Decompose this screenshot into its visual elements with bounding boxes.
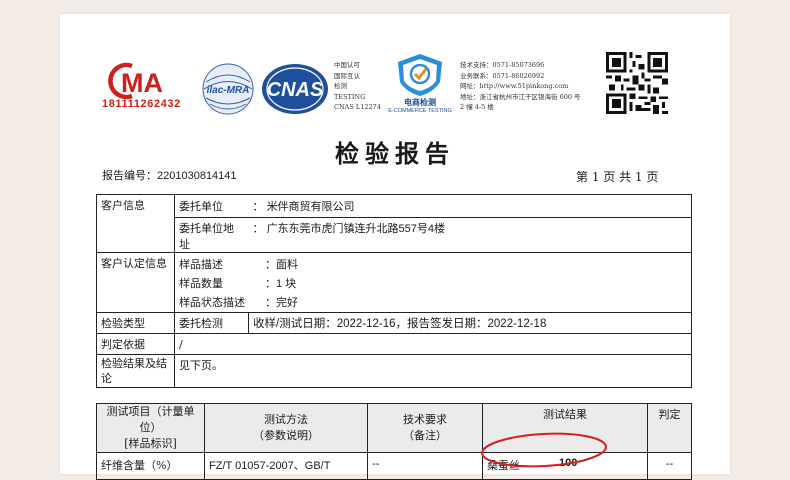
inspection-dates: 收样/测试日期：2022-12-16，报告签发日期：2022-12-18	[248, 312, 692, 334]
sample-info-list: 样品描述 ：面料 样品数量 ：1 块 样品状态描述 ：完好	[179, 255, 298, 312]
client-unit-text: 米伴商贸有限公司	[266, 201, 355, 213]
list-item: 样品状态描述 ：完好	[179, 293, 298, 312]
sample-desc-text: 面料	[276, 258, 298, 271]
cnas-info-line: 检测	[334, 82, 347, 90]
inspection-type-value: 委托检测	[174, 312, 249, 334]
cnas-logo: CNAS	[260, 62, 330, 116]
client-section-label: 客户信息	[96, 194, 175, 253]
client-unit-value: ： 米伴商贸有限公司	[248, 194, 692, 218]
table-row: 客户认定信息 样品描述 ：面料 样品数量 ：1 块 样品状态描述 ：完好	[96, 252, 692, 313]
list-item: 样品描述 ：面料	[179, 255, 298, 274]
sample-qty-label: 样品数量	[179, 276, 223, 290]
cnas-info-line: 国际互认	[334, 71, 360, 80]
client-unit-label: 委托单位	[174, 194, 249, 218]
sample-info-cell: 样品描述 ：面料 样品数量 ：1 块 样品状态描述 ：完好	[174, 252, 692, 313]
annotation-circle	[481, 432, 607, 468]
row-requirement: --	[367, 452, 483, 480]
header-req-label: 技术要求	[403, 413, 447, 426]
cnas-info-line: CNAS L12274	[334, 103, 381, 111]
client-address-value: ： 广东东莞市虎门镇连升北路557号4楼	[248, 217, 692, 253]
conclusion-value: 见下页。	[174, 354, 692, 388]
contact-line: 地址：浙江省杭州市江干区银海街 600 号	[460, 92, 581, 101]
header-req-sub: （备注）	[403, 429, 447, 442]
ilac-mra-logo: ilac-MRA	[200, 62, 256, 116]
header-item-label: 测试项目（计量单位）	[106, 405, 195, 434]
conclusion-label-line: 论	[101, 372, 112, 385]
cnas-info-line: 中国认可	[334, 61, 360, 69]
svg-text:CNAS: CNAS	[267, 79, 324, 101]
sample-qty-text: 1 块	[276, 277, 297, 290]
contact-line: 业务联系：0571-86026992	[460, 71, 545, 80]
inspection-type-label: 检验类型	[96, 312, 175, 334]
report-number-label: 报告编号：	[102, 169, 157, 182]
row-verdict: --	[647, 452, 692, 480]
contact-line: 网址：http://www.51pinkong.com	[460, 82, 569, 90]
table-row: 客户信息 委托单位 ： 米伴商贸有限公司	[96, 194, 692, 253]
header-method: 测试方法 （参数说明）	[204, 403, 368, 453]
report-number-row: 报告编号：2201030814141	[102, 167, 237, 183]
client-address-text: 广东东莞市虎门镇连升北路557号4楼	[266, 223, 446, 235]
sample-section-label: 客户认定信息	[96, 252, 175, 313]
shield-caption-cn: 电商检测	[404, 98, 436, 107]
conclusion-label: 检验结果及结论	[96, 354, 175, 388]
sample-qty-value: ：1 块	[265, 277, 297, 290]
sample-state-value: ：完好	[265, 296, 298, 309]
page-indicator: 第 1 页 共 1 页	[576, 170, 659, 184]
svg-text:MA: MA	[121, 68, 163, 98]
cnas-info: 中国认可 国际互认 检测 TESTING CNAS L12274	[334, 60, 384, 113]
cma-number: 181111262432	[102, 98, 181, 110]
header-item: 测试项目（计量单位） [样品标识]	[96, 403, 205, 453]
header-method-label: 测试方法	[264, 413, 308, 426]
table-row: 判定依据 /	[96, 333, 692, 355]
contact-info: 技术支持：0571-85073696 业务联系：0571-86026992 网址…	[460, 60, 600, 113]
report-title: 检验报告	[335, 139, 455, 168]
table-row: 检验类型 委托检测 收样/测试日期：2022-12-16，报告签发日期：2022…	[96, 312, 692, 334]
client-address-label: 委托单位地址	[174, 217, 249, 253]
list-item: 样品数量 ：1 块	[179, 274, 298, 293]
svg-text:ilac-MRA: ilac-MRA	[207, 85, 250, 96]
header-requirement: 技术要求 （备注）	[367, 403, 483, 453]
conclusion-label-line: 检验结果及结	[101, 357, 167, 370]
sample-desc-label: 样品描述	[179, 257, 223, 271]
header-method-sub: （参数说明）	[253, 429, 319, 442]
shield-caption-en: E-COMMERCE TESTING	[388, 108, 452, 114]
report-number: 2201030814141	[157, 170, 237, 182]
row-item: 纤维含量（%）	[96, 452, 205, 480]
header-item-sub: [样品标识]	[124, 437, 177, 450]
header-verdict: 判定	[647, 403, 692, 453]
sample-desc-value: ：面料	[265, 258, 298, 271]
table-row: 检验结果及结论 见下页。	[96, 354, 692, 388]
row-method: FZ/T 01057-2007、GB/T	[204, 452, 368, 480]
contact-line: 2 幢 4-5 楼	[460, 103, 494, 111]
basis-label: 判定依据	[96, 333, 175, 355]
cma-logo: MA 181111262432	[102, 62, 192, 114]
report-page: MA 181111262432 ilac-MRA CNAS 中国认可 国际互认 …	[60, 14, 730, 480]
basis-value: /	[174, 333, 692, 355]
client-info-table: 客户信息 委托单位 ： 米伴商贸有限公司 委托单位地址 ： 广东东莞市虎门镇连升…	[96, 194, 692, 388]
contact-line: 技术支持：0571-85073696	[460, 61, 545, 69]
qr-code	[606, 52, 668, 114]
cnas-info-line: TESTING	[334, 92, 366, 101]
sample-state-text: 完好	[276, 296, 298, 309]
sample-state-label: 样品状态描述	[179, 295, 245, 309]
ecommerce-testing-logo: 电商检测 E-COMMERCE TESTING	[384, 52, 456, 118]
table-row: 委托单位地址 ： 广东东莞市虎门镇连升北路557号4楼	[97, 217, 692, 253]
